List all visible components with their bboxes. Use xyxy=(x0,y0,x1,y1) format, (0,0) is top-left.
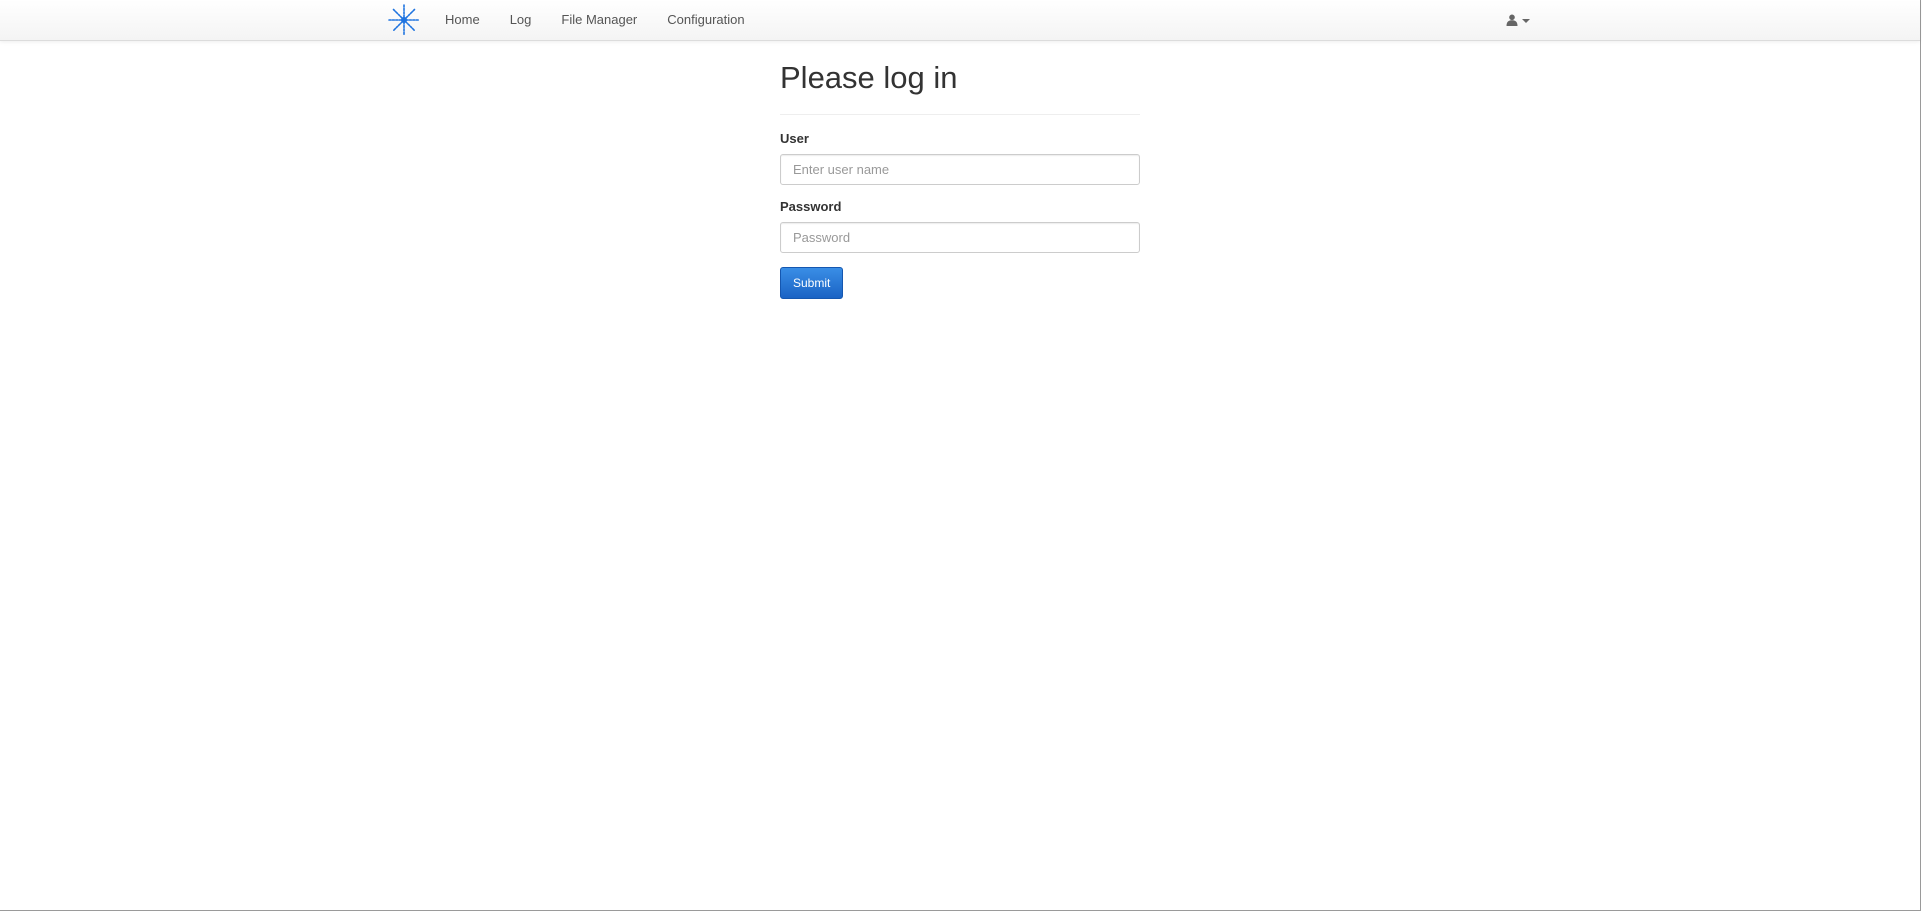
password-form-group: Password xyxy=(780,199,1140,253)
password-label: Password xyxy=(780,199,842,214)
login-panel: Please log in User Password Submit xyxy=(780,60,1140,299)
nav-item-log: Log xyxy=(495,0,547,40)
user-icon xyxy=(1506,14,1518,26)
user-label: User xyxy=(780,131,809,146)
user-name-input[interactable] xyxy=(780,154,1140,185)
nav-link-home[interactable]: Home xyxy=(430,0,495,40)
nav-link-configuration[interactable]: Configuration xyxy=(652,0,759,40)
nav-item-configuration: Configuration xyxy=(652,0,759,40)
chevron-down-icon xyxy=(1522,18,1530,23)
nav-item-home: Home xyxy=(430,0,495,40)
browser-viewport: Home Log File Manager Configuration Plea… xyxy=(0,0,1921,911)
nav-link-log[interactable]: Log xyxy=(495,0,547,40)
brand-logo[interactable] xyxy=(387,4,421,36)
user-form-group: User xyxy=(780,131,1140,185)
user-menu-dropdown[interactable] xyxy=(1490,0,1546,40)
main-nav: Home Log File Manager Configuration xyxy=(430,0,760,40)
login-form: User Password Submit xyxy=(780,131,1140,299)
page-title: Please log in xyxy=(780,60,1140,115)
top-navbar: Home Log File Manager Configuration xyxy=(0,0,1920,41)
password-input[interactable] xyxy=(780,222,1140,253)
nav-item-file-manager: File Manager xyxy=(546,0,652,40)
nav-link-file-manager[interactable]: File Manager xyxy=(546,0,652,40)
starburst-logo-icon xyxy=(388,4,420,36)
submit-button[interactable]: Submit xyxy=(780,267,844,299)
